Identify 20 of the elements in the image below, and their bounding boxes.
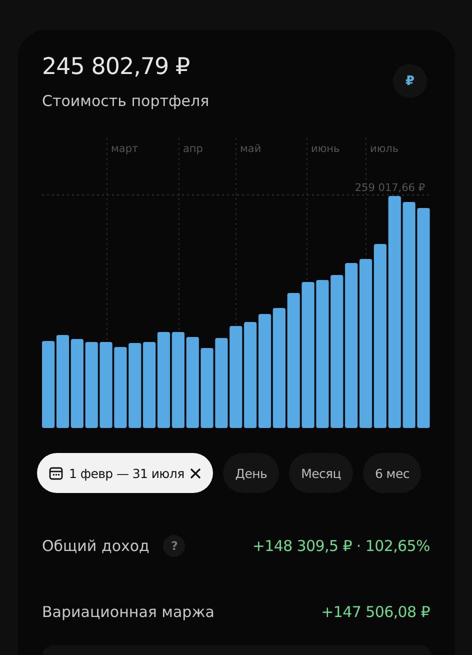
month-label: апр: [183, 143, 203, 155]
portfolio-value: 245 802,79 ₽: [42, 54, 191, 80]
metric-label: Общий доход: [42, 537, 150, 555]
month-label: июль: [370, 143, 399, 155]
date-range-chip[interactable]: 1 февр — 31 июля: [37, 453, 214, 493]
close-icon[interactable]: [190, 468, 202, 478]
max-value-label: 259 017,66 ₽: [354, 182, 425, 194]
metric-value: +148 309,5 ₽ · 102,65%: [252, 537, 430, 555]
period-chip[interactable]: День: [223, 453, 280, 493]
metric-label: Вариационная маржа: [42, 603, 214, 621]
month-label: май: [240, 143, 262, 155]
period-chip[interactable]: 6 мес: [362, 453, 422, 493]
calendar-icon: [49, 466, 63, 480]
period-chip[interactable]: Месяц: [289, 453, 353, 493]
currency-button[interactable]: ₽: [393, 64, 427, 98]
metric-value: +147 506,08 ₽: [321, 603, 430, 621]
portfolio-label: Стоимость портфеля: [42, 92, 210, 110]
help-icon[interactable]: ?: [163, 535, 186, 557]
month-label: март: [111, 143, 138, 155]
month-label: июнь: [311, 143, 340, 155]
